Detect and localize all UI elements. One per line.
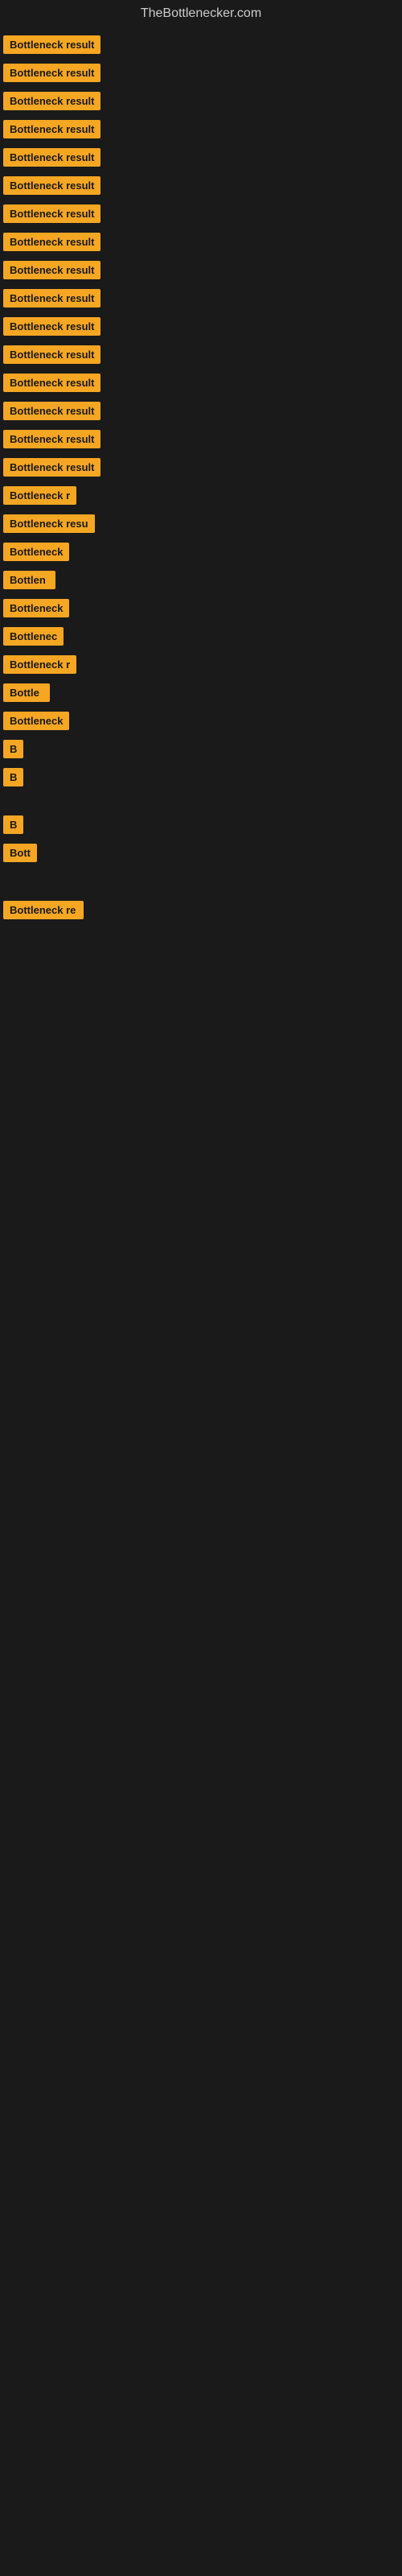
bottleneck-badge: Bottleneck result <box>3 233 100 251</box>
bottleneck-row: Bottle <box>0 679 402 707</box>
bottleneck-badge: Bottleneck result <box>3 148 100 167</box>
bottleneck-row <box>0 791 402 801</box>
bottleneck-row: Bottlenec <box>0 622 402 650</box>
bottleneck-row: Bottlen <box>0 566 402 594</box>
bottleneck-row <box>0 801 402 811</box>
site-title: TheBottlenecker.com <box>0 0 402 31</box>
bottleneck-badge: Bottleneck resu <box>3 514 95 533</box>
bottleneck-badge: Bottleneck <box>3 599 69 617</box>
bottleneck-row: Bottleneck resu <box>0 510 402 538</box>
bottleneck-badge: Bottleneck result <box>3 458 100 477</box>
bottleneck-row <box>0 886 402 896</box>
bottleneck-badge: Bottle <box>3 683 50 702</box>
bottleneck-row: Bottleneck result <box>0 397 402 425</box>
bottleneck-row: Bottleneck r <box>0 650 402 679</box>
bottleneck-badge: Bottleneck result <box>3 261 100 279</box>
bottleneck-badge: Bottleneck result <box>3 64 100 82</box>
bottleneck-badge: Bottlenec <box>3 627 64 646</box>
bottleneck-row: Bottleneck <box>0 538 402 566</box>
bottleneck-row: Bottleneck result <box>0 59 402 87</box>
bottleneck-row: Bottleneck result <box>0 31 402 59</box>
bottleneck-row: Bottleneck result <box>0 341 402 369</box>
bottleneck-row: Bottleneck result <box>0 87 402 115</box>
bottleneck-badge: Bottleneck result <box>3 176 100 195</box>
bottleneck-badge: Bottleneck result <box>3 35 100 54</box>
bottleneck-row: B <box>0 763 402 791</box>
bottleneck-row: B <box>0 735 402 763</box>
bottleneck-row: Bottleneck <box>0 594 402 622</box>
bottleneck-row: B <box>0 811 402 839</box>
bottleneck-row: Bottleneck result <box>0 200 402 228</box>
bottleneck-row <box>0 877 402 886</box>
bottleneck-badge: Bottleneck result <box>3 345 100 364</box>
bottleneck-badge: Bottleneck result <box>3 204 100 223</box>
bottleneck-row: Bottleneck result <box>0 143 402 171</box>
bottleneck-row: Bottleneck re <box>0 896 402 924</box>
bottleneck-badge: Bottleneck result <box>3 374 100 392</box>
bottleneck-row: Bottleneck result <box>0 425 402 453</box>
bottleneck-row: Bottleneck result <box>0 256 402 284</box>
bottleneck-row: Bottleneck result <box>0 228 402 256</box>
bottleneck-badge: Bottleneck r <box>3 486 76 505</box>
bottleneck-badge: Bott <box>3 844 37 862</box>
bottleneck-row: Bottleneck r <box>0 481 402 510</box>
bottleneck-row: Bottleneck result <box>0 284 402 312</box>
bottleneck-badge: Bottleneck result <box>3 289 100 308</box>
bottleneck-badge: Bottleneck <box>3 543 69 561</box>
bottleneck-badge: Bottleneck result <box>3 402 100 420</box>
bottleneck-badge: Bottleneck <box>3 712 69 730</box>
bottleneck-badge: B <box>3 815 23 834</box>
bottleneck-row: Bottleneck result <box>0 312 402 341</box>
bottleneck-row: Bottleneck result <box>0 453 402 481</box>
bottleneck-badge: Bottleneck result <box>3 120 100 138</box>
bottleneck-row: Bottleneck result <box>0 369 402 397</box>
bottleneck-badge: Bottleneck r <box>3 655 76 674</box>
bottleneck-row: Bottleneck result <box>0 115 402 143</box>
bottleneck-badge: Bottleneck result <box>3 317 100 336</box>
bottleneck-row <box>0 867 402 877</box>
bottleneck-badge: Bottleneck result <box>3 92 100 110</box>
bottleneck-badge: Bottleneck result <box>3 430 100 448</box>
bottleneck-badge: B <box>3 768 23 786</box>
bottleneck-badge: B <box>3 740 23 758</box>
bottleneck-row: Bottleneck <box>0 707 402 735</box>
bottleneck-badge: Bottlen <box>3 571 55 589</box>
bottleneck-row: Bott <box>0 839 402 867</box>
bottleneck-badge: Bottleneck re <box>3 901 84 919</box>
bottleneck-row: Bottleneck result <box>0 171 402 200</box>
